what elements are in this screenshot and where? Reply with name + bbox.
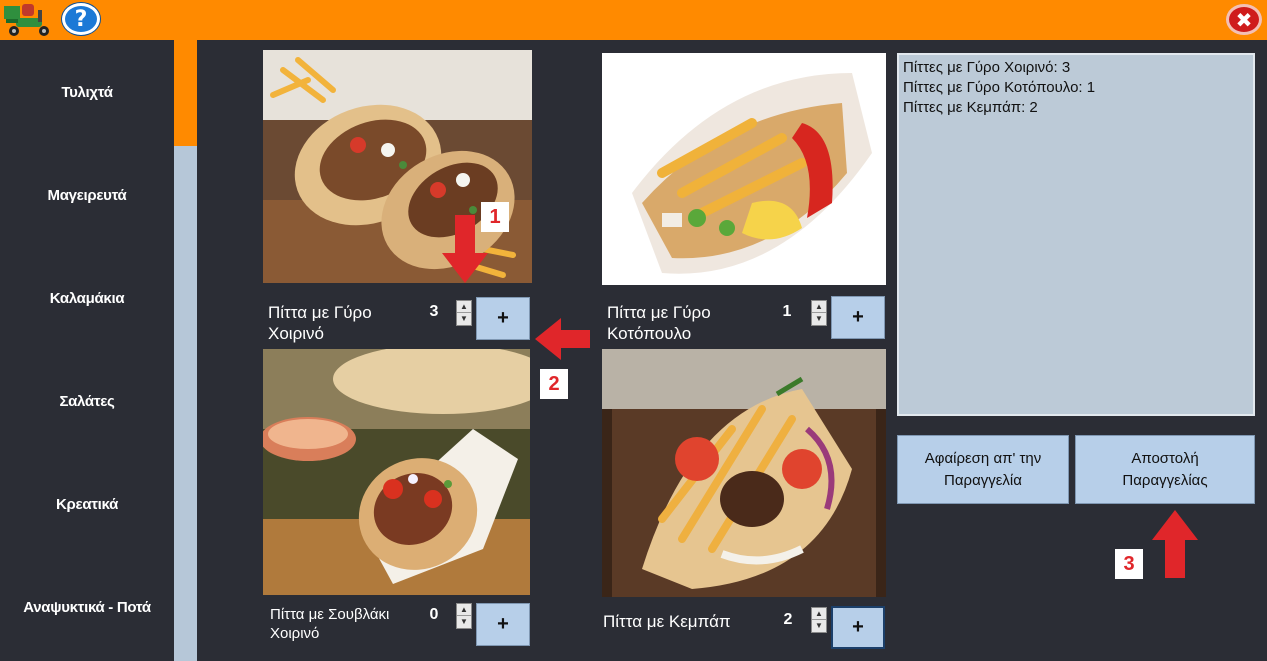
sidebar-item-mageireyta[interactable]: Μαγειρευτά: [0, 145, 174, 245]
stepper-down-icon[interactable]: ▼: [812, 313, 826, 325]
quantity-stepper[interactable]: ▲ ▼: [811, 300, 827, 326]
gyro-pork-photo: [263, 50, 532, 283]
order-line: Πίττες με Γύρο Χοιρινό: 3: [903, 59, 1071, 76]
stepper-down-icon[interactable]: ▼: [457, 313, 471, 325]
selected-category-indicator: [174, 40, 197, 146]
remove-from-order-button[interactable]: Αφαίρεση απ' την Παραγγελία: [897, 435, 1069, 504]
quantity-value: 2: [783, 611, 793, 628]
stepper-up-icon[interactable]: ▲: [457, 604, 471, 616]
stepper-up-icon[interactable]: ▲: [812, 301, 826, 313]
quantity-value: 3: [429, 303, 439, 320]
sidebar-item-salates[interactable]: Σαλάτες: [0, 351, 174, 451]
order-line: Πίττες με Κεμπάπ: 2: [903, 99, 1038, 116]
order-list[interactable]: Πίττες με Γύρο Χοιρινό: 3 Πίττες με Γύρο…: [897, 53, 1255, 416]
quantity-stepper[interactable]: ▲ ▼: [456, 300, 472, 326]
stepper-down-icon[interactable]: ▼: [812, 620, 826, 632]
product-name-gyro-chicken: Πίττα με Γύρο Κοτόπουλο: [607, 303, 711, 343]
annotation-badge-2: 2: [540, 369, 568, 399]
stepper-down-icon[interactable]: ▼: [457, 616, 471, 628]
quantity-stepper[interactable]: ▲ ▼: [456, 603, 472, 629]
sidebar-item-tylixta[interactable]: Τυλιχτά: [0, 42, 174, 142]
product-name-souvlaki-pork: Πίττα με Σουβλάκι Χοιρινό: [270, 606, 390, 642]
kebab-photo: [602, 349, 886, 597]
app-window: ? ✖ Τυλιχτά Μαγειρευτά Καλαμάκια Σαλάτες…: [0, 0, 1267, 661]
title-bar: ? ✖: [0, 0, 1267, 40]
order-line: Πίττες με Γύρο Κοτόπουλο: 1: [903, 79, 1096, 96]
product-name-kebab: Πίττα με Κεμπάπ: [603, 612, 731, 631]
quantity-value: 1: [782, 303, 792, 320]
sidebar-item-kreatika[interactable]: Κρεατικά: [0, 454, 174, 554]
stepper-up-icon[interactable]: ▲: [457, 301, 471, 313]
close-button[interactable]: ✖: [1226, 4, 1262, 35]
stepper-up-icon[interactable]: ▲: [812, 608, 826, 620]
gyro-chicken-photo: [602, 53, 886, 285]
add-to-order-button[interactable]: +: [831, 296, 885, 339]
sidebar-item-anapsyktika[interactable]: Αναψυκτικά - Ποτά: [0, 557, 174, 657]
send-order-button[interactable]: Αποστολή Παραγγελίας: [1075, 435, 1255, 504]
product-name-gyro-pork: Πίττα με Γύρο Χοιρινό: [268, 303, 372, 343]
add-to-order-button[interactable]: +: [476, 603, 530, 646]
sidebar-item-kalamakia[interactable]: Καλαμάκια: [0, 248, 174, 348]
quantity-stepper[interactable]: ▲ ▼: [811, 607, 827, 633]
add-to-order-button[interactable]: +: [476, 297, 530, 340]
help-button[interactable]: ?: [62, 3, 100, 35]
annotation-badge-3: 3: [1115, 549, 1143, 579]
quantity-value: 0: [429, 606, 439, 623]
annotation-badge-1: 1: [481, 202, 509, 232]
arrow-left-icon: [535, 318, 590, 360]
souvlaki-pork-photo: [263, 349, 530, 595]
category-sidebar: Τυλιχτά Μαγειρευτά Καλαμάκια Σαλάτες Κρε…: [0, 40, 174, 661]
delivery-scooter-icon: [2, 2, 56, 38]
sidebar-scroll-track: [174, 146, 197, 661]
arrow-up-icon: [1152, 510, 1198, 578]
add-to-order-button[interactable]: +: [831, 606, 885, 649]
